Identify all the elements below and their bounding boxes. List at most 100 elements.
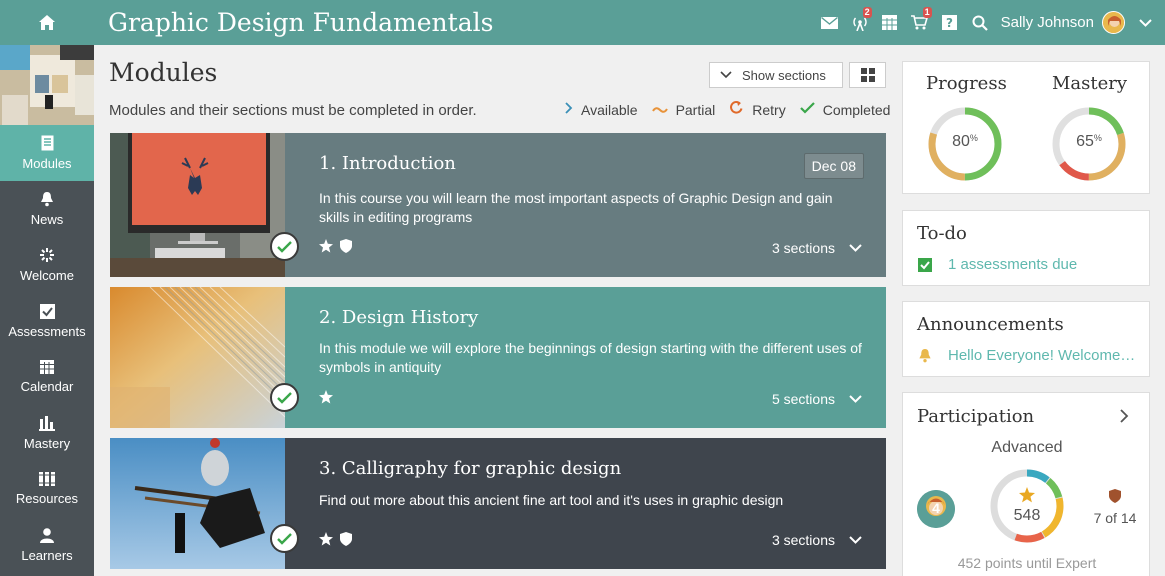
module-badges <box>319 390 340 404</box>
todo-item[interactable]: 1 assessments due <box>918 256 1138 273</box>
module-date-badge: Dec 08 <box>803 153 864 179</box>
participation-title: Participation <box>917 406 1035 427</box>
chevron-down-icon <box>849 395 862 403</box>
module-card-calligraphy[interactable]: 3. Calligraphy for graphic design Find o… <box>110 438 886 569</box>
grid-icon <box>860 68 875 82</box>
sidebar-item-label: Assessments <box>8 323 86 339</box>
cart-badge: 1 <box>922 7 932 18</box>
participation-avatar-number: 4 <box>932 500 940 516</box>
star-icon <box>319 532 333 546</box>
module-sections-toggle[interactable]: 3 sections <box>772 240 862 256</box>
notifications-button[interactable]: 2 <box>845 0 875 45</box>
search-icon <box>972 15 988 31</box>
module-sections-count: 5 sections <box>771 391 835 407</box>
show-sections-button[interactable]: Show sections <box>709 62 843 88</box>
messages-button[interactable] <box>815 0 845 45</box>
percent-sign: % <box>969 133 978 143</box>
sidebar-item-label: Calendar <box>20 379 74 394</box>
participation-ring[interactable] <box>988 467 1066 545</box>
shield-icon <box>340 532 352 546</box>
legend-available: Available <box>565 101 638 118</box>
participation-points: 548 <box>1013 507 1041 524</box>
chevron-down-icon <box>849 244 862 252</box>
course-title: Graphic Design Fundamentals <box>108 8 494 37</box>
user-name[interactable]: Sally Johnson <box>1001 14 1094 31</box>
module-sections-toggle[interactable]: 5 sections <box>772 391 862 407</box>
module-content: 3. Calligraphy for graphic design Find o… <box>285 438 886 569</box>
todo-title: To-do <box>917 223 967 244</box>
home-icon <box>39 15 55 30</box>
sidebar-item-learners[interactable]: Learners <box>0 517 94 573</box>
sidebar-item-label: Resources <box>15 491 79 506</box>
retry-icon <box>729 100 744 119</box>
legend-partial: Partial <box>651 101 715 118</box>
course-thumbnail <box>0 45 94 125</box>
module-content: 2. Design History In this module we will… <box>285 287 886 428</box>
legend-label: Retry <box>752 101 786 118</box>
sidebar-item-modules[interactable]: Modules <box>0 125 94 181</box>
todo-link[interactable]: 1 assessments due <box>948 256 1077 273</box>
svg-text:?: ? <box>946 16 953 30</box>
bell-icon <box>41 192 53 207</box>
mastery-value: 65 <box>1076 133 1094 150</box>
sidebar-item-label: News <box>30 212 64 227</box>
sidebar-item-label: Mastery <box>23 435 71 451</box>
cart-button[interactable]: 1 <box>905 0 935 45</box>
sidebar-item-label: Modules <box>22 156 72 171</box>
mastery-title: Mastery <box>1052 73 1128 94</box>
announcement-item[interactable]: Hello Everyone! Welcome… <box>918 347 1143 364</box>
envelope-icon <box>821 16 839 29</box>
sidebar-item-resources[interactable]: Resources <box>0 461 94 517</box>
sidebar-item-label: Learners <box>21 547 73 563</box>
participation-level: Advanced <box>991 439 1063 456</box>
chevron-right-icon[interactable] <box>1120 409 1129 423</box>
module-card-design-history[interactable]: 2. Design History In this module we will… <box>110 287 886 428</box>
sidebar-item-mastery[interactable]: Mastery <box>0 405 94 461</box>
participation-panel: Participation Advanced 4 548 7 of 14 452… <box>902 392 1150 576</box>
calendar-grid-icon <box>882 15 898 30</box>
avatar-icon <box>1103 12 1124 33</box>
announcement-link[interactable]: Hello Everyone! Welcome… <box>948 347 1135 364</box>
sidebar-item-news[interactable]: News <box>0 181 94 237</box>
page-title: Modules <box>109 58 218 87</box>
module-thumbnail <box>110 287 285 428</box>
user-menu-button[interactable] <box>1125 0 1165 45</box>
module-badges <box>319 532 359 546</box>
sidebar-item-calendar[interactable]: Calendar <box>0 349 94 405</box>
help-icon: ? <box>942 15 958 30</box>
module-content: 1. Introduction Dec 08 In this course yo… <box>285 133 886 277</box>
module-card-introduction[interactable]: 1. Introduction Dec 08 In this course yo… <box>110 133 886 277</box>
module-sections-toggle[interactable]: 3 sections <box>772 532 862 548</box>
calendar-button[interactable] <box>875 0 905 45</box>
sidebar-item-welcome[interactable]: Welcome <box>0 237 94 293</box>
home-button[interactable] <box>0 0 94 45</box>
module-title[interactable]: 3. Calligraphy for graphic design <box>319 458 621 479</box>
module-title[interactable]: 1. Introduction <box>319 153 456 174</box>
grid-view-button[interactable] <box>849 62 886 88</box>
search-button[interactable] <box>965 0 995 45</box>
checkbox-checked-icon <box>918 257 932 272</box>
sidebar-item-label: Welcome <box>20 268 74 283</box>
sidebar-item-assessments[interactable]: Assessments <box>0 293 94 349</box>
module-thumbnail <box>110 438 285 569</box>
participation-rank: 7 of 14 <box>1093 510 1137 526</box>
help-button[interactable]: ? <box>935 0 965 45</box>
welcome-icon <box>40 248 54 262</box>
assessments-icon <box>39 303 55 319</box>
legend-completed: Completed <box>799 101 891 118</box>
progress-title: Progress <box>926 73 1007 94</box>
modules-icon <box>41 135 53 151</box>
module-title[interactable]: 2. Design History <box>319 307 478 328</box>
bell-icon <box>919 348 931 363</box>
chevron-down-icon <box>849 536 862 544</box>
page-subtitle: Modules and their sections must be compl… <box>109 102 477 119</box>
learners-icon <box>40 527 54 543</box>
notifications-badge: 2 <box>862 7 872 18</box>
user-avatar[interactable] <box>1102 11 1125 34</box>
legend-label: Completed <box>822 101 891 118</box>
percent-sign: % <box>1093 133 1102 143</box>
module-description: In this course you will learn the most i… <box>319 190 833 225</box>
shield-icon <box>1109 489 1121 503</box>
module-sections-count: 3 sections <box>771 532 835 548</box>
mastery-value-wrap: 65% <box>1050 133 1128 151</box>
